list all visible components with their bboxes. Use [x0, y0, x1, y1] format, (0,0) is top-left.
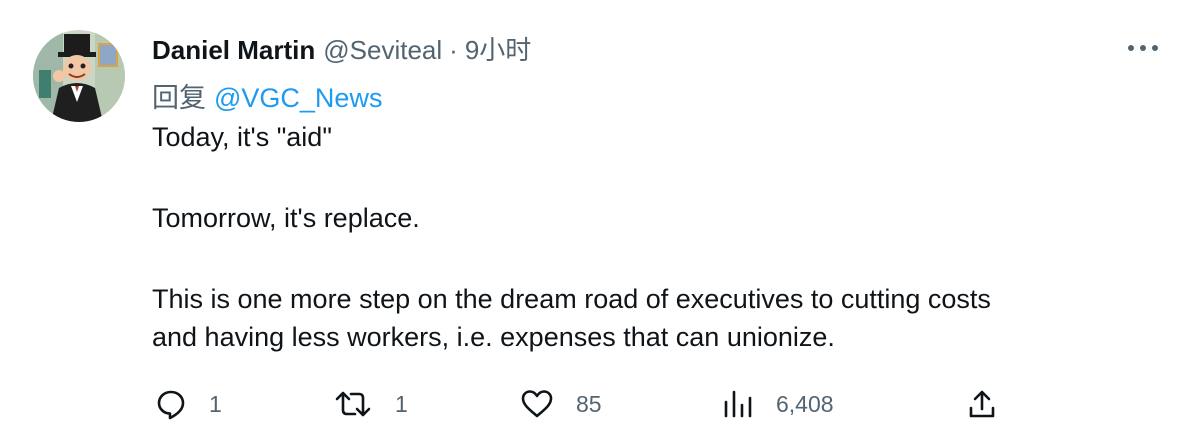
- bar-chart-icon: [724, 390, 752, 418]
- reply-button[interactable]: 1: [155, 384, 222, 424]
- views-button[interactable]: 6,408: [722, 384, 834, 424]
- share-button[interactable]: [966, 384, 998, 424]
- author-name[interactable]: Daniel Martin: [152, 35, 315, 66]
- like-count: 85: [576, 390, 602, 417]
- reply-count: 1: [209, 390, 222, 417]
- tweet-actions: 1 1 85 6,408: [0, 384, 1192, 424]
- reply-mention-link[interactable]: @VGC_News: [214, 83, 382, 113]
- tweet-card[interactable]: Daniel Martin @Seviteal · 9小时 回复 @VGC_New…: [0, 0, 1192, 444]
- tweet-timestamp[interactable]: 9小时: [465, 30, 531, 67]
- tweet-text-line: Tomorrow, it's replace.: [152, 203, 420, 233]
- author-handle[interactable]: @Seviteal: [323, 35, 442, 66]
- avatar[interactable]: [33, 30, 125, 122]
- more-options-button[interactable]: [1125, 36, 1161, 60]
- tweet-header: Daniel Martin @Seviteal · 9小时: [152, 30, 531, 67]
- views-count: 6,408: [776, 390, 834, 417]
- reply-prefix: 回复: [152, 83, 206, 113]
- tweet-text-line: and having less workers, i.e. expenses t…: [152, 322, 835, 352]
- replying-to: 回复 @VGC_News: [152, 76, 382, 115]
- more-horizontal-icon: [1128, 45, 1158, 51]
- share-upload-icon: [969, 390, 995, 418]
- retweet-count: 1: [395, 390, 408, 417]
- tweet-text-line: Today, it's "aid": [152, 122, 332, 152]
- retweet-button[interactable]: 1: [333, 384, 408, 424]
- like-button[interactable]: 85: [520, 384, 602, 424]
- header-separator: ·: [449, 35, 458, 65]
- heart-icon: [521, 390, 553, 418]
- tweet-text-line: This is one more step on the dream road …: [152, 284, 991, 314]
- avatar-image: [33, 30, 125, 122]
- retweet-arrows-icon: [335, 391, 371, 417]
- comment-bubble-icon: [157, 390, 185, 420]
